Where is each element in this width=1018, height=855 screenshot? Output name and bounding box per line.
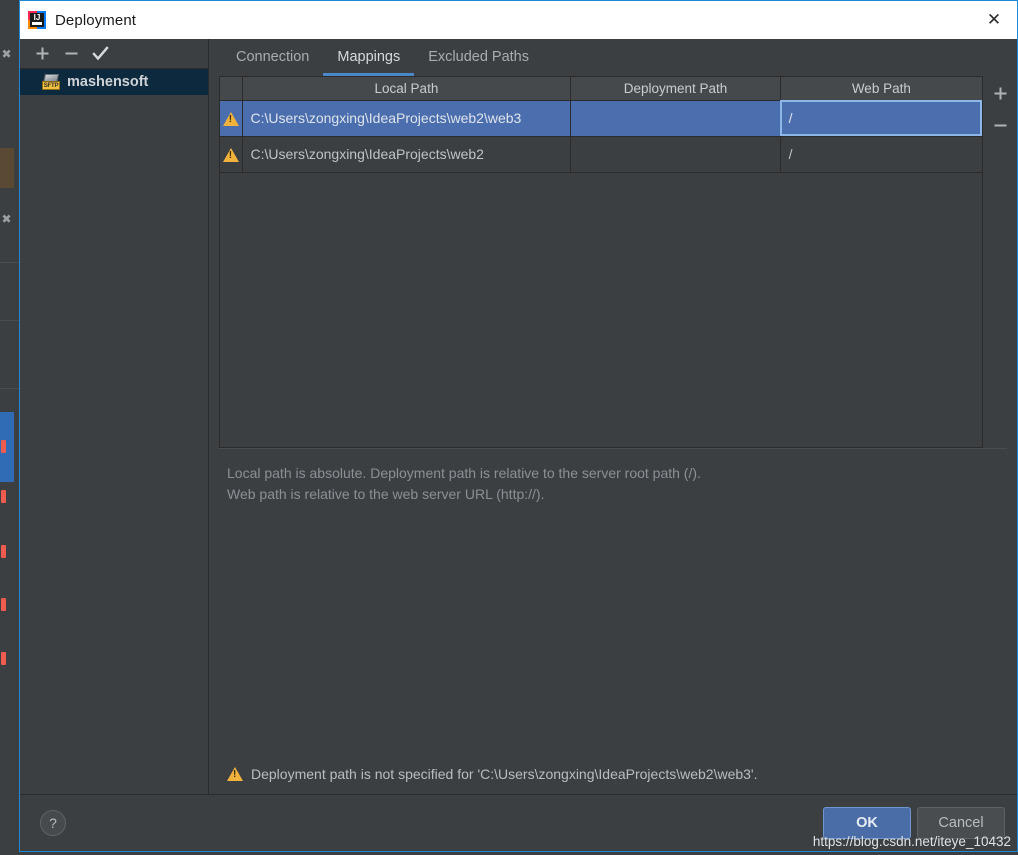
dialog-body: SFTP mashensoft Connection Mappings Excl… [20,39,1017,794]
warning-triangle-icon [227,767,243,781]
validation-warning-text: Deployment path is not specified for 'C:… [251,766,758,782]
ide-gutter-icon: ✖ [1,47,12,61]
tab-connection[interactable]: Connection [222,40,323,76]
ide-gutter-divider [0,388,20,389]
help-button[interactable]: ? [40,810,66,836]
cell-web-path[interactable]: / [780,136,982,173]
settings-panel: Connection Mappings Excluded Paths Local… [209,39,1017,794]
add-mapping-button[interactable] [987,80,1013,106]
sftp-server-icon: SFTP [42,74,60,90]
server-name-label: mashensoft [67,74,149,90]
dialog-footer: ? OK Cancel https://blog.csdn.net/iteye_… [20,794,1017,851]
cell-deployment-path[interactable] [570,100,781,137]
watermark-text: https://blog.csdn.net/iteye_10432 [812,834,1011,849]
validation-warning: Deployment path is not specified for 'C:… [227,766,999,794]
mappings-table-wrap: Local Path Deployment Path Web Path C:\U… [219,76,983,448]
test-connection-button[interactable] [87,42,113,66]
server-list: SFTP mashensoft [20,69,208,794]
ide-error-marker [1,545,6,558]
ide-error-marker [1,490,6,503]
sftp-badge-label: SFTP [42,81,60,90]
mappings-table: Local Path Deployment Path Web Path C:\U… [220,77,982,173]
deployment-dialog: IJ Deployment ✕ SFTP mashensoft Connecti… [19,0,1018,852]
warning-triangle-icon [222,112,239,127]
ide-gutter-divider [0,262,20,263]
settings-tabs: Connection Mappings Excluded Paths [209,39,1017,76]
cell-local-path[interactable]: C:\Users\zongxing\IdeaProjects\web2\web3 [242,100,572,137]
ide-gutter-divider [0,320,20,321]
warning-triangle-icon [222,148,239,163]
table-side-buttons [983,76,1017,448]
ide-error-marker [1,652,6,665]
ide-gutter-highlight [0,148,14,188]
ide-gutter-icon: ✖ [1,212,12,226]
ide-background-strip: ✖ ✖ [0,0,20,855]
row-warning-icon-cell [220,100,243,137]
table-row[interactable]: C:\Users\zongxing\IdeaProjects\web2\web3… [220,100,982,137]
description-line-1: Local path is absolute. Deployment path … [227,465,701,481]
remove-mapping-button[interactable] [987,112,1013,138]
cell-local-path[interactable]: C:\Users\zongxing\IdeaProjects\web2 [242,136,572,173]
add-server-button[interactable] [29,42,55,66]
cell-deployment-path[interactable] [570,136,781,173]
table-row[interactable]: C:\Users\zongxing\IdeaProjects\web2 / [220,136,982,173]
page-title: Deployment [55,11,137,29]
dialog-titlebar: IJ Deployment ✕ [20,1,1017,39]
row-warning-icon-cell [220,136,243,173]
description-line-2: Web path is relative to the web server U… [227,486,545,502]
servers-panel: SFTP mashensoft [20,39,209,794]
column-header-status [220,77,243,101]
intellij-idea-icon: IJ [28,11,46,29]
tab-excluded-paths[interactable]: Excluded Paths [414,40,543,76]
tab-mappings[interactable]: Mappings [323,40,415,76]
column-header-web-path[interactable]: Web Path [780,77,982,101]
table-empty-space [220,172,982,447]
column-header-local-path[interactable]: Local Path [242,77,572,101]
cell-web-path[interactable]: / [780,100,982,137]
ide-error-marker [1,598,6,611]
remove-server-button[interactable] [58,42,84,66]
column-header-deployment-path[interactable]: Deployment Path [570,77,781,101]
servers-toolbar [20,39,208,69]
table-header-row: Local Path Deployment Path Web Path [220,77,982,101]
mappings-table-area: Local Path Deployment Path Web Path C:\U… [209,76,1017,448]
sidebar-item-mashensoft[interactable]: SFTP mashensoft [20,69,208,95]
close-icon[interactable]: ✕ [971,1,1017,39]
description-area: Local path is absolute. Deployment path … [219,448,1007,794]
ide-error-marker [1,440,6,453]
